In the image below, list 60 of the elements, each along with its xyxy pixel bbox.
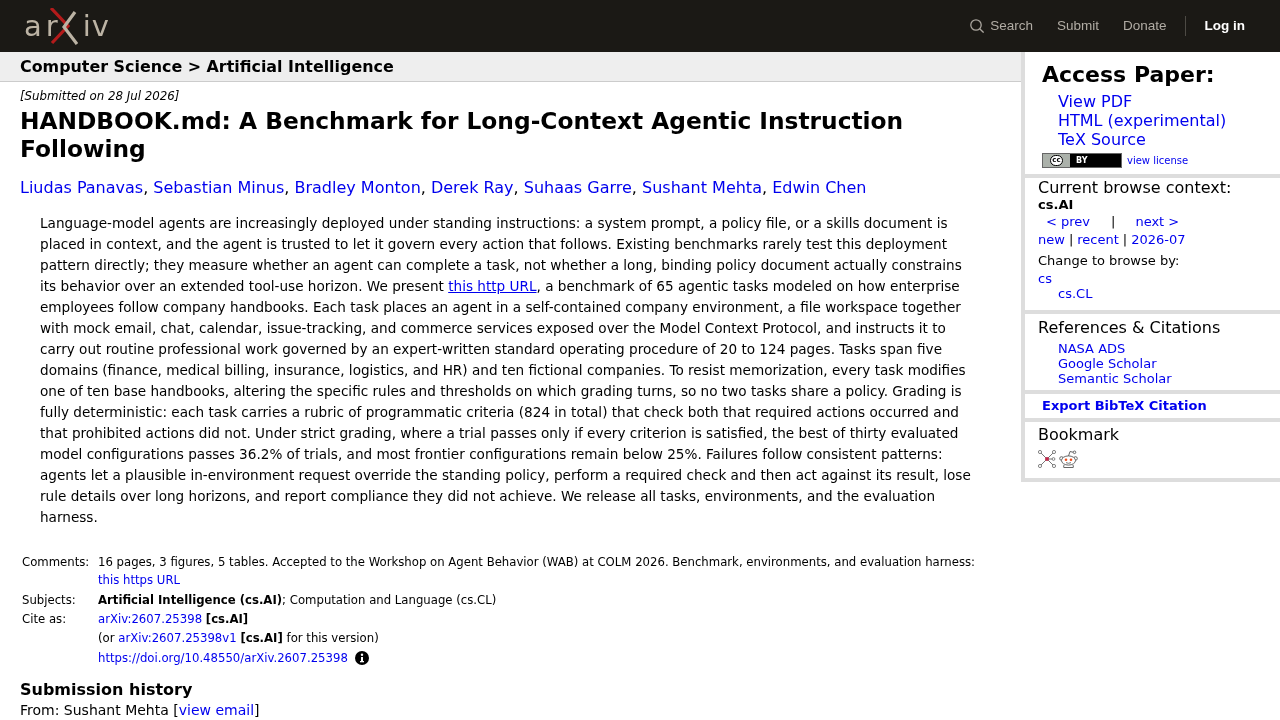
paper-title: HANDBOOK.md: A Benchmark for Long-Context Agentic Instruction Following	[20, 107, 905, 163]
author-link[interactable]: Derek Ray	[430, 178, 514, 197]
search-icon	[970, 19, 985, 33]
version-text: (or arXiv:2607.25398v1 [cs.AI] for this version)	[98, 630, 379, 647]
panel-heading: References & Citations	[1038, 319, 1222, 337]
access-link[interactable]: HTML (experimental)	[1058, 111, 1227, 130]
current-category: cs.AI	[1038, 197, 1075, 212]
panel-heading: Access Paper:	[1042, 62, 1216, 88]
submission-date: [Submitted on 28 Jul 2026]	[20, 88, 181, 104]
author-list: Liudas Panavas, Sebastian Minus, Bradley Monton, Derek Ray, Suhaas Garre, Sushant Mehta, Edwin Chen	[20, 178, 1001, 197]
submitter-text: From: Sushant Mehta [view email]	[20, 703, 261, 718]
category-link[interactable]: cs	[1038, 271, 1052, 286]
access-link[interactable]: View PDF	[1058, 92, 1133, 111]
listing-link[interactable]: 2026-07	[1131, 232, 1186, 248]
next-link[interactable]: next >	[1135, 214, 1180, 230]
access-link[interactable]: TeX Source	[1058, 130, 1146, 149]
author-link[interactable]: Sebastian Minus	[153, 178, 285, 197]
browse-by-label: Change to browse by:	[1038, 253, 1181, 269]
separator: |	[1068, 232, 1074, 248]
author-link[interactable]: Liudas Panavas	[20, 178, 144, 197]
doi-link[interactable]: https://doi.org/10.48550/arXiv.2607.25398	[98, 649, 348, 667]
comments-text: 16 pages, 3 figures, 5 tables. Accepted to the Workshop on Agent Behavior (WAB) at COLM 2026. Benchmark, environments, and evaluation harness: this https URL	[98, 554, 977, 589]
separator: |	[1111, 214, 1116, 230]
version-link[interactable]: arXiv:2607.25398v1	[118, 631, 237, 645]
metadata-label: Cite as:	[22, 611, 68, 628]
reference-link[interactable]: Semantic Scholar	[1058, 371, 1172, 386]
login-link[interactable]: Log in	[1204, 15, 1245, 37]
search-link[interactable]: Search	[970, 15, 1033, 37]
author-link[interactable]: Suhaas Garre	[523, 178, 632, 197]
breadcrumb-text: Computer Science > Artificial Intelligence	[20, 57, 394, 76]
panel-heading: Bookmark	[1038, 426, 1121, 444]
prev-link[interactable]: < prev	[1046, 214, 1091, 230]
arxiv-id-link[interactable]: arXiv:2607.25398	[98, 612, 203, 626]
abstract-link[interactable]: this http URL	[448, 278, 537, 294]
metadata-label: Comments:	[22, 554, 91, 571]
info-icon[interactable]	[354, 651, 369, 665]
metadata-label: Subjects:	[22, 592, 77, 609]
network-icon[interactable]	[1038, 450, 1056, 468]
nav-link[interactable]: Submit	[1056, 15, 1099, 37]
subjects-text: Artificial Intelligence (cs.AI); Computation and Language (cs.CL)	[98, 593, 497, 607]
abstract-text: Language-model agents are increasingly deployed under standing instructions: a system prompt, a policy file, or a skills document is placed in context, and the agent is trusted to let it govern every action that follows. Existing benchmarks rarely test this deployment pattern directly; they measure whether an agent can complete a task, not whether a long, binding policy document actually constrains its behavior over an extended tool-use horizon. We present this http URL, a benchmark of 65 agentic tasks modeled on how enterprise employees follow company handbooks. Each task places an agent in a self-contained company environment, a file workspace together with mock email, chat, calendar, issue-tracking, and commerce services exposed over the Model Context Protocol, and instructs it to carry out routine professional work governed by an expert-written standard operating procedure of 20 to 124 pages. Tasks span five domains (finance, medical billing, insurance, logistics, and HR) and ten fictional companies. To resist memorization, every task modifies one of ten base handbooks, altering the specific rules and thresholds on which grading turns, so no two tasks share a policy. Grading is fully deterministic: each task carries a rubric of programmatic criteria (824 in total) that check both that required actions occurred and that prohibited actions did not. Under strict grading, where a trial passes only if every criterion is satisfied, the best of thirty evaluated model configurations passes 36.2% of trials, and most frontier configurations remain below 25%. Failures follow consistent patterns: agents let a plausible in-environment request override the standing policy, perform a required check and then act against its result, lose rule details over long horizons, and report compliance they did not achieve. We release all tasks, environments, and the evaluation harness.	[40, 214, 972, 527]
export-bibtex-link[interactable]: Export BibTeX Citation	[1042, 398, 1207, 414]
author-link[interactable]: Bradley Monton	[294, 178, 421, 197]
nav-link[interactable]: Donate	[1122, 15, 1167, 37]
citation-text: arXiv:2607.25398 [cs.AI]	[98, 611, 249, 628]
listing-link[interactable]: recent	[1077, 232, 1119, 248]
site-logo[interactable]: ar iv	[24, 7, 110, 45]
reference-link[interactable]: NASA ADS	[1058, 341, 1126, 356]
panel-heading: Current browse context:	[1038, 179, 1233, 197]
comments-link[interactable]: this https URL	[98, 573, 181, 587]
listing-link[interactable]: new	[1038, 232, 1065, 248]
category-link[interactable]: cs.CL	[1058, 286, 1093, 301]
license-link[interactable]: view license	[1127, 154, 1189, 167]
author-link[interactable]: Sushant Mehta	[642, 178, 762, 197]
section-heading: Submission history	[20, 680, 194, 699]
robot-head-icon[interactable]	[1059, 450, 1078, 468]
author-link[interactable]: Edwin Chen	[772, 178, 867, 197]
separator: |	[1122, 232, 1128, 248]
view-email-link[interactable]: view email	[178, 702, 255, 718]
reference-link[interactable]: Google Scholar	[1058, 356, 1157, 371]
